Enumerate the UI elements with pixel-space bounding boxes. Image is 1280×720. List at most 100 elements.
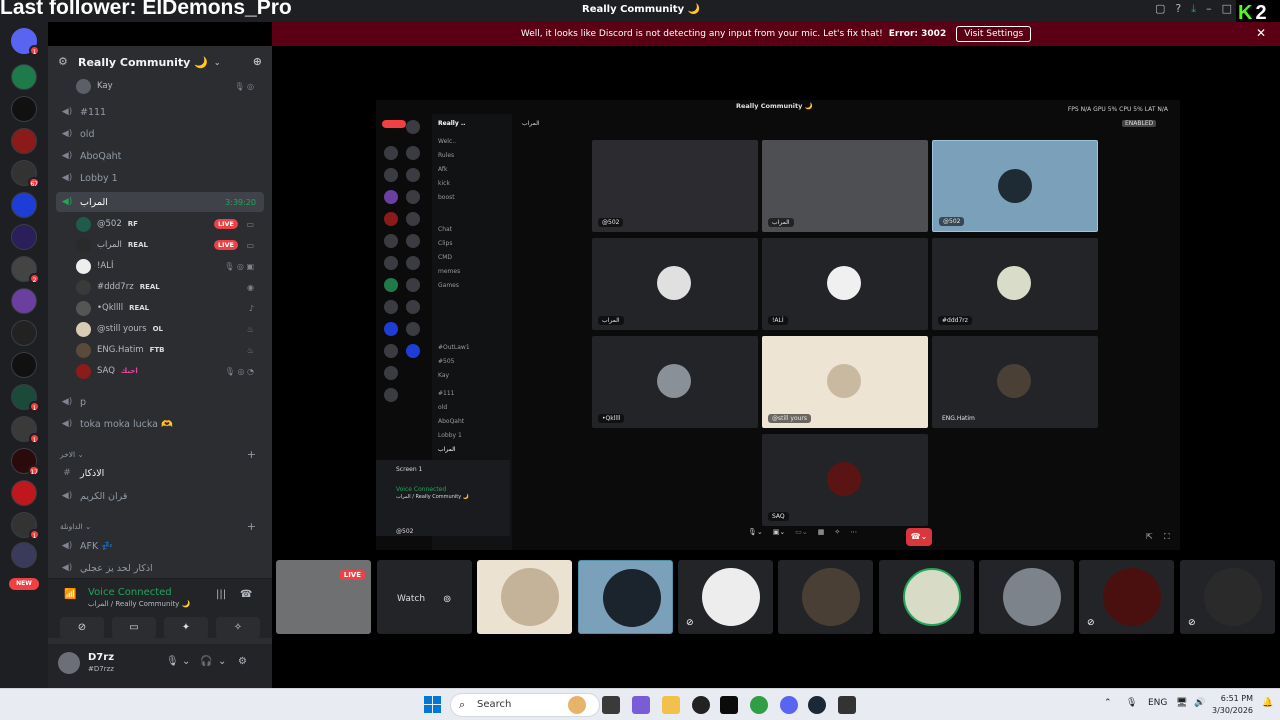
server-icon[interactable] — [11, 96, 37, 122]
participant-tile[interactable] — [778, 560, 873, 634]
network-icon[interactable]: 🖥 — [1176, 698, 1187, 708]
participant-tile[interactable] — [979, 560, 1074, 634]
shared-screen[interactable]: Really .. Welc.. Rules Afk kick boost Ch… — [376, 100, 1180, 550]
server-icon[interactable]: 1 — [11, 416, 40, 444]
add-channel-icon[interactable]: + — [247, 448, 256, 461]
voice-member[interactable]: SAQ احبك 🎙 ◎ ◔ — [76, 361, 264, 381]
server-icon[interactable] — [11, 542, 37, 568]
server-icon[interactable] — [11, 224, 37, 250]
server-icon[interactable]: 67 — [11, 160, 40, 188]
voice-member[interactable]: •Qkllll REAL ♪ — [76, 298, 264, 318]
watch-button[interactable]: Watch — [397, 594, 425, 604]
voice-location[interactable]: المراب / Really Community 🌙 — [88, 600, 190, 608]
watch-stream-tile[interactable]: Watch ⊚ — [377, 560, 472, 634]
voice-channel[interactable]: ◀) AFK 💤 — [56, 536, 264, 556]
signal-icon[interactable]: 📶 — [64, 589, 76, 600]
server-icon[interactable]: 2 — [11, 256, 40, 284]
copilot-icon[interactable] — [632, 696, 650, 714]
voice-channel[interactable]: ◀) AboQaht — [56, 146, 264, 166]
language-indicator[interactable]: ENG — [1148, 698, 1167, 708]
noise-suppression-icon[interactable]: ||| — [216, 589, 226, 600]
category-header[interactable]: الاخر ⌄ + — [56, 448, 264, 461]
maximize-icon[interactable]: □ — [1222, 2, 1232, 16]
participant-tile[interactable] — [879, 560, 974, 634]
server-icon[interactable] — [11, 64, 37, 90]
weather-widget-icon[interactable] — [568, 696, 586, 714]
voice-channel[interactable]: ◀) Lobby 1 — [56, 168, 264, 188]
new-badge[interactable]: NEW — [9, 578, 39, 590]
voice-member[interactable]: #ddd7rz REAL ◉ — [76, 277, 264, 297]
voice-channel[interactable]: ◀) #111 — [56, 102, 264, 122]
server-icon[interactable]: 1 — [11, 512, 40, 540]
server-icon[interactable] — [11, 128, 37, 154]
discord-icon[interactable] — [780, 696, 798, 714]
participant-tile[interactable] — [477, 560, 572, 634]
file-explorer-icon[interactable] — [662, 696, 680, 714]
app-icon[interactable] — [692, 696, 710, 714]
add-channel-icon[interactable]: + — [247, 520, 256, 533]
gear-icon[interactable]: ⚙ — [58, 55, 68, 68]
participant-tile[interactable]: ⊘ — [678, 560, 773, 634]
category-header[interactable]: الداونلة ⌄ + — [56, 520, 264, 533]
participant-tile[interactable] — [578, 560, 673, 634]
chrome-icon[interactable] — [750, 696, 768, 714]
voice-member[interactable]: ENG.Hatim FTB ♨ — [76, 340, 264, 360]
server-icon[interactable] — [11, 192, 37, 218]
close-icon[interactable]: ✕ — [1256, 26, 1266, 40]
app-icon[interactable] — [838, 696, 856, 714]
voice-channel[interactable]: ◀) اذكار لحد يز عجلي — [56, 558, 264, 578]
minimize-icon[interactable]: – — [1206, 2, 1212, 16]
discord-home-icon[interactable]: 1 — [11, 28, 40, 56]
steam-icon[interactable] — [808, 696, 826, 714]
chevron-up-icon[interactable]: ⌃ — [1104, 698, 1112, 708]
screen-share-button[interactable]: ▭ — [112, 617, 156, 639]
camera-off-button[interactable]: ⊘ — [60, 617, 104, 639]
voice-member[interactable]: !ALİ 🎙 ◎ ▣ — [76, 256, 264, 276]
voice-member[interactable]: المراب REAL LIVE ▭ — [76, 235, 264, 255]
voice-member[interactable]: @still yours OL ♨ — [76, 319, 264, 339]
windows-start-icon[interactable] — [424, 696, 442, 714]
add-member-icon[interactable]: ⊕ — [253, 55, 262, 68]
server-icon[interactable]: 1 — [11, 384, 40, 412]
task-view-icon[interactable] — [602, 696, 620, 714]
watch-preview-icon[interactable]: ⊚ — [443, 594, 451, 605]
notifications-icon[interactable]: 🔔 — [1262, 698, 1273, 708]
voice-channel[interactable]: ◀) p — [56, 392, 264, 412]
voice-channel[interactable]: ◀) toka moka lucka 🫶 — [56, 414, 264, 434]
clock[interactable]: 6:51 PM 3/30/2026 — [1212, 693, 1253, 717]
stream-tile[interactable]: LIVE — [276, 560, 371, 634]
visit-settings-button[interactable]: Visit Settings — [956, 26, 1032, 42]
volume-icon[interactable]: 🔊 — [1194, 698, 1205, 708]
server-icon[interactable] — [11, 352, 37, 378]
voice-channel[interactable]: ◀) old — [56, 124, 264, 144]
participant-tile[interactable]: ⊘ — [1180, 560, 1275, 634]
inbox-icon[interactable]: ▢ — [1155, 2, 1165, 16]
voice-status[interactable]: Voice Connected — [88, 587, 172, 598]
disconnect-icon[interactable]: ☎ — [240, 589, 252, 600]
server-icon[interactable] — [11, 480, 37, 506]
soundboard-button[interactable]: ✧ — [216, 617, 260, 639]
activities-button[interactable]: ✦ — [164, 617, 208, 639]
headphones-icon[interactable]: 🎧 — [200, 656, 212, 667]
download-icon[interactable]: ⤓ — [1191, 2, 1196, 16]
terminal-icon[interactable] — [720, 696, 738, 714]
chevron-down-icon[interactable]: ⌄ — [182, 656, 190, 667]
chevron-down-icon[interactable]: ⌄ — [218, 656, 226, 667]
text-channel[interactable]: # الاذكار — [56, 463, 264, 483]
guild-header[interactable]: ⚙ Really Community 🌙 ⌄ ⊕ — [48, 46, 272, 78]
voice-channel[interactable]: ◀) قران الكريم — [56, 486, 264, 506]
active-voice-channel[interactable]: ◀) المراب 3:39:20 — [56, 192, 264, 212]
settings-gear-icon[interactable]: ⚙ — [238, 656, 247, 667]
username[interactable]: D7rz — [88, 652, 114, 663]
kick-count: 2 — [1255, 2, 1267, 24]
server-icon[interactable] — [11, 320, 37, 346]
avatar[interactable] — [58, 652, 80, 674]
server-icon[interactable] — [11, 288, 37, 314]
voice-member[interactable]: Kay 🎙 ◎ — [76, 76, 264, 96]
voice-member[interactable]: @502 RF LIVE ▭ — [76, 214, 264, 234]
server-icon[interactable]: 17 — [11, 448, 40, 476]
microphone-icon[interactable]: 🎙 — [1126, 698, 1137, 708]
participant-tile[interactable]: ⊘ — [1079, 560, 1174, 634]
help-icon[interactable]: ? — [1175, 2, 1181, 16]
microphone-icon[interactable]: 🎙 — [166, 656, 179, 667]
